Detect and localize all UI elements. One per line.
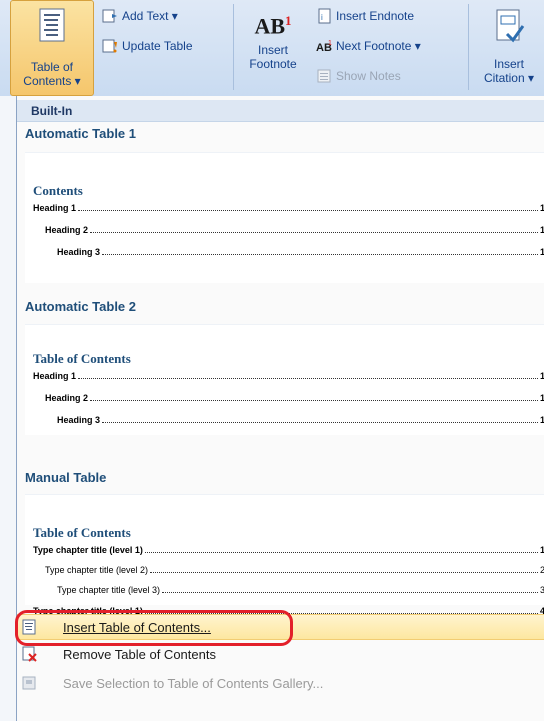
toc-line-page: 1 [539,393,544,403]
toc-preview-line: Heading 3 1 [33,415,544,425]
toc-line-page: 1 [539,203,544,213]
insert-citation-label-1: Insert [493,57,524,71]
toc-leader [78,210,538,211]
toc-line-text: Heading 3 [57,415,101,425]
built-in-header: Built-In [17,100,544,122]
toc-line-text: Type chapter title (level 3) [57,585,161,595]
insert-footnote-label-1: Insert [257,43,288,58]
gallery-item-title: Manual Table [25,470,107,485]
toc-line-page: 1 [539,415,544,425]
gallery-item-automatic-table-1[interactable]: Contents Heading 1 1 Heading 2 1 Heading 3… [25,152,544,283]
gallery-item-title: Automatic Table 1 [25,126,137,141]
insert-endnote-label: Insert Endnote [336,9,415,23]
gallery-item-title: Automatic Table 2 [25,299,137,314]
toc-line-page: 1 [539,225,544,235]
group-separator [468,4,469,90]
toc-leader [102,254,538,255]
toc-preview-heading: Table of Contents [33,351,131,366]
insert-endnote-button[interactable]: i Insert Endnote [316,8,414,24]
show-notes-button[interactable]: Show Notes [316,68,401,84]
toc-leader [102,422,538,423]
toc-leader [162,592,538,593]
next-footnote-button[interactable]: AB 1 Next Footnote ▾ [316,38,421,54]
svg-text:1: 1 [328,40,332,47]
toc-preview-line: Heading 1 1 [33,371,544,381]
toc-preview-line: Type chapter title (level 2) 2 [33,565,544,575]
toc-button-label-2: Contents ▾ [23,74,81,88]
remove-toc-label: Remove Table of Contents [63,646,216,662]
toc-leader [90,400,538,401]
references-ribbon: Table of Contents ▾ Add Text ▾ Update Ta… [0,0,544,97]
update-table-label: Update Table [122,39,193,53]
toc-line-text: Heading 2 [45,393,89,403]
toc-preview-line: Type chapter title (level 3) 3 [33,585,544,595]
insert-footnote-label-2: Footnote [249,57,297,72]
insert-footnote-button[interactable]: AB1 Insert Footnote [240,6,306,92]
insert-footnote-icon: AB1 [240,13,306,37]
insert-endnote-icon: i [318,8,331,24]
footnote-icon-superscript: 1 [285,13,292,28]
update-table-button[interactable]: Update Table [102,38,193,54]
toc-line-text: Heading 3 [57,247,101,257]
insert-citation-icon [496,9,525,43]
gallery-item-automatic-table-2[interactable]: Table of Contents Heading 11 Heading 21 … [25,324,544,435]
toc-line-page: 3 [539,585,544,595]
insert-citation-button[interactable]: Insert Citation ▾ [474,6,544,92]
toc-line-text: Heading 1 [33,203,77,213]
document-edge [0,96,16,721]
toc-preview-line: Heading 2 1 [33,225,544,235]
toc-leader [90,232,538,233]
table-of-contents-icon [39,8,65,42]
toc-preview-line: Heading 1 1 [33,203,544,213]
toc-leader [150,572,538,573]
toc-line-page: 1 [539,545,544,555]
save-selection-label: Save Selection to Table of Contents Gall… [63,675,324,691]
next-footnote-icon: AB1 [316,40,332,54]
gallery-item-manual-table[interactable]: Table of Contents Type chapter title (le… [25,494,544,605]
add-text-button[interactable]: Add Text ▾ [102,8,178,24]
red-highlight-annotation [15,610,293,646]
toc-line-text: Heading 2 [45,225,89,235]
save-selection-icon [22,676,36,690]
save-selection-to-gallery-command[interactable]: Save Selection to Table of Contents Gall… [17,671,544,695]
toc-preview-line: Type chapter title (level 1) 1 [33,545,544,555]
next-footnote-label: Next Footnote ▾ [336,39,421,53]
toc-line-page: 2 [539,565,544,575]
toc-line-text: Type chapter title (level 1) [33,545,143,555]
toc-preview-heading: Contents [33,183,83,198]
toc-line-page: 1 [539,247,544,257]
add-text-icon [102,9,117,23]
toc-leader [144,552,538,553]
show-notes-icon [317,69,331,83]
toc-line-text: Heading 1 [33,371,77,381]
toc-preview-line: Heading 2 1 [33,393,544,403]
table-of-contents-button[interactable]: Table of Contents ▾ [10,0,94,96]
show-notes-label: Show Notes [336,69,401,83]
toc-leader [78,378,538,379]
toc-line-page: 1 [539,371,544,381]
update-table-icon [102,39,117,53]
toc-line-text: Type chapter title (level 2) [45,565,149,575]
toc-preview-line: Heading 3 1 [33,247,544,257]
add-text-label: Add Text ▾ [122,9,178,23]
group-separator [233,4,234,90]
remove-toc-icon [22,646,37,662]
insert-citation-label-2: Citation ▾ [483,71,535,85]
footnote-icon-text: AB [254,13,286,39]
svg-text:i: i [321,13,323,22]
toc-button-label-1: Table of [30,60,74,74]
toc-preview-heading: Table of Contents [33,525,131,540]
